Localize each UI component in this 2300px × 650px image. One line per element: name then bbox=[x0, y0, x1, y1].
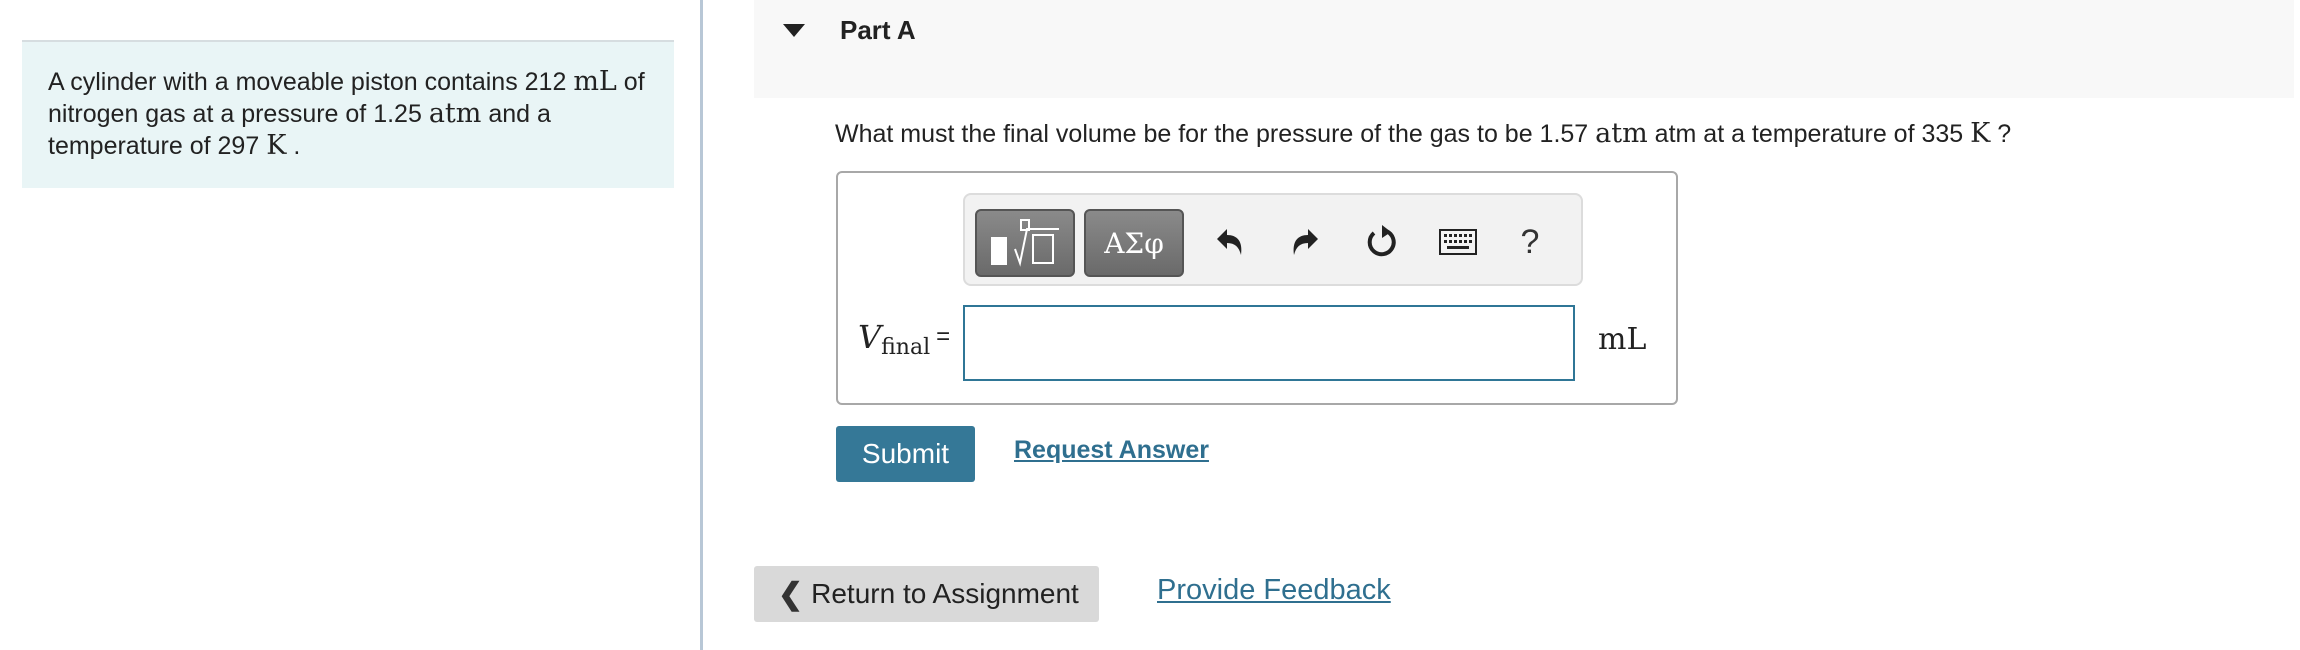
variable-subscript: final bbox=[881, 335, 931, 360]
help-button[interactable]: ? bbox=[1505, 217, 1555, 267]
answer-unit: mL bbox=[1598, 322, 1647, 357]
return-to-assignment-button[interactable]: ❮ Return to Assignment bbox=[754, 566, 1099, 622]
keyboard-button[interactable] bbox=[1433, 217, 1483, 267]
collapse-caret-icon[interactable] bbox=[783, 24, 805, 37]
request-answer-link[interactable]: Request Answer bbox=[1014, 436, 1209, 465]
question-segment: ? bbox=[1990, 120, 2012, 148]
question-text: What must the final volume be for the pr… bbox=[835, 118, 2011, 149]
templates-button[interactable] bbox=[975, 209, 1075, 277]
help-icon: ? bbox=[1520, 222, 1540, 261]
question-segment: What must the final volume be for the pr… bbox=[835, 120, 1596, 148]
unit: K bbox=[266, 130, 287, 161]
redo-button[interactable] bbox=[1280, 217, 1330, 267]
unit: mL bbox=[573, 66, 617, 97]
keyboard-icon bbox=[1439, 229, 1477, 255]
templates-icon bbox=[991, 219, 1059, 267]
provide-feedback-link[interactable]: Provide Feedback bbox=[1157, 574, 1391, 607]
redo-icon bbox=[1293, 229, 1318, 255]
reset-icon bbox=[1367, 225, 1396, 257]
chevron-left-icon: ❮ bbox=[778, 577, 804, 611]
answer-input[interactable] bbox=[963, 305, 1575, 381]
math-toolbar: ΑΣφ ? bbox=[963, 193, 1583, 286]
return-label: Return to Assignment bbox=[811, 578, 1079, 609]
reset-button[interactable] bbox=[1357, 217, 1407, 267]
problem-text: . bbox=[286, 132, 301, 160]
symbols-icon: ΑΣφ bbox=[1104, 226, 1164, 260]
part-title[interactable]: Part A bbox=[840, 15, 916, 46]
question-segment: atm at a temperature of 335 bbox=[1647, 120, 1971, 148]
problem-text: A cylinder with a moveable piston contai… bbox=[48, 68, 574, 96]
unit: atm bbox=[1595, 118, 1648, 149]
submit-button[interactable]: Submit bbox=[836, 426, 975, 482]
undo-button[interactable] bbox=[1205, 217, 1255, 267]
symbols-button[interactable]: ΑΣφ bbox=[1084, 209, 1184, 277]
unit: atm bbox=[428, 98, 482, 129]
variable-symbol: V bbox=[858, 318, 882, 356]
variable-label: Vfinal = bbox=[858, 318, 950, 360]
part-header[interactable] bbox=[754, 0, 2294, 98]
equals-sign: = bbox=[936, 323, 951, 350]
undo-icon bbox=[1217, 229, 1242, 255]
problem-statement: A cylinder with a moveable piston contai… bbox=[22, 40, 674, 188]
unit: K bbox=[1970, 118, 1991, 149]
panel-divider bbox=[700, 0, 703, 650]
